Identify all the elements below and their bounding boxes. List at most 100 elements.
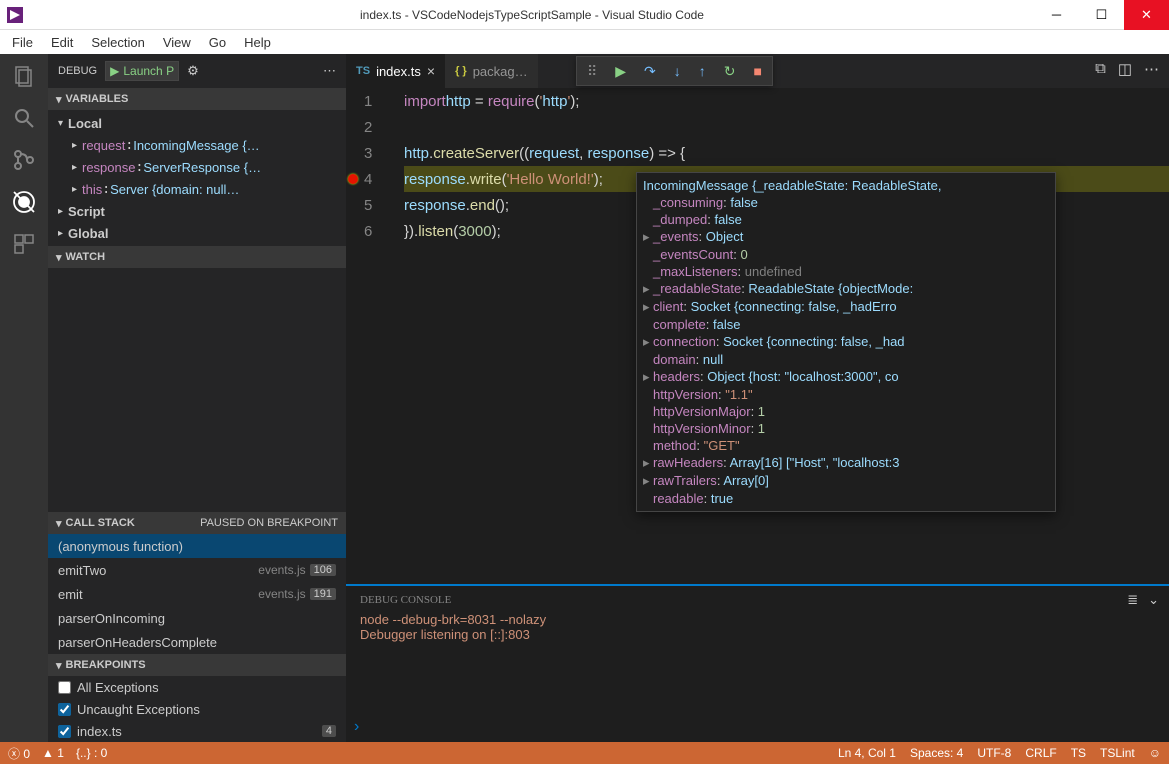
tab-package-json[interactable]: { } packag…: [445, 54, 538, 88]
hover-prop[interactable]: _maxListeners: undefined: [643, 263, 1049, 280]
breakpoint-row[interactable]: Uncaught Exceptions: [48, 698, 346, 720]
restart-button[interactable]: ↻: [724, 63, 736, 80]
debug-config-gear-icon[interactable]: ⚙: [187, 63, 199, 79]
callstack-header[interactable]: ▾ CALL STACK PAUSED ON BREAKPOINT: [48, 512, 346, 534]
debug-more-icon[interactable]: ⋯: [323, 63, 336, 79]
var-response[interactable]: ▸response: ServerResponse {…: [48, 156, 346, 178]
hover-prop[interactable]: complete: false: [643, 316, 1049, 333]
statusbar: ⓧ 0 ▲ 1 {..} : 0 Ln 4, Col 1 Spaces: 4 U…: [0, 742, 1169, 764]
close-button[interactable]: ✕: [1124, 0, 1169, 30]
more-icon[interactable]: ⋯: [1144, 60, 1159, 78]
var-this[interactable]: ▸this: Server {domain: null…: [48, 178, 346, 200]
stop-button[interactable]: ■: [754, 63, 762, 79]
window-title: index.ts - VSCodeNodejsTypeScriptSample …: [30, 8, 1034, 22]
braces-status[interactable]: {..} : 0: [76, 746, 107, 760]
callstack-frame[interactable]: parserOnIncoming: [48, 606, 346, 630]
menu-file[interactable]: File: [4, 33, 41, 52]
menu-go[interactable]: Go: [201, 33, 234, 52]
menubar: File Edit Selection View Go Help: [0, 30, 1169, 54]
explorer-icon[interactable]: [10, 62, 38, 90]
callstack-frame[interactable]: emitTwoevents.js106: [48, 558, 346, 582]
extensions-icon[interactable]: [10, 230, 38, 258]
scope-script[interactable]: ▸Script: [48, 200, 346, 222]
minimize-button[interactable]: ─: [1034, 0, 1079, 30]
scope-local[interactable]: ▾Local: [48, 112, 346, 134]
scope-global[interactable]: ▸Global: [48, 222, 346, 244]
menu-help[interactable]: Help: [236, 33, 279, 52]
code-line[interactable]: import http = require('http');: [404, 88, 1169, 114]
hover-prop[interactable]: ▸connection: Socket {connecting: false, …: [643, 333, 1049, 351]
debug-action-bar[interactable]: ⠿ ▶ ↷ ↓ ↑ ↻ ■: [576, 56, 773, 86]
eol-status[interactable]: CRLF: [1025, 746, 1056, 760]
start-debug-button[interactable]: ▶ Launch P: [105, 61, 179, 81]
warnings-badge[interactable]: ▲ 1: [42, 746, 64, 760]
hover-prop[interactable]: httpVersionMinor: 1: [643, 420, 1049, 437]
hover-prop[interactable]: ▸client: Socket {connecting: false, _had…: [643, 298, 1049, 316]
close-icon[interactable]: ×: [427, 63, 435, 79]
lint-status[interactable]: TSLint: [1100, 746, 1135, 760]
drag-handle-icon[interactable]: ⠿: [587, 63, 597, 80]
callstack-frame[interactable]: emitevents.js191: [48, 582, 346, 606]
errors-badge[interactable]: ⓧ 0: [8, 745, 30, 762]
var-request[interactable]: ▸request: IncomingMessage {…: [48, 134, 346, 156]
hover-prop[interactable]: ▸_events: Object: [643, 228, 1049, 246]
watch-header[interactable]: ▾ WATCH: [48, 246, 346, 268]
debug-console[interactable]: DEBUG CONSOLE node --debug-brk=8031 --no…: [346, 584, 1169, 742]
callstack-frame[interactable]: (anonymous function): [48, 534, 346, 558]
hover-prop[interactable]: ▸rawTrailers: Array[0]: [643, 472, 1049, 490]
hover-prop[interactable]: _dumped: false: [643, 211, 1049, 228]
split-editor-icon[interactable]: ◫: [1118, 60, 1132, 78]
step-out-button[interactable]: ↑: [699, 63, 706, 79]
menu-view[interactable]: View: [155, 33, 199, 52]
hover-prop[interactable]: _eventsCount: 0: [643, 246, 1049, 263]
breakpoint-checkbox[interactable]: [58, 681, 71, 694]
maximize-button[interactable]: ☐: [1079, 0, 1124, 30]
language-status[interactable]: TS: [1071, 746, 1086, 760]
breakpoint-checkbox[interactable]: [58, 725, 71, 738]
code-editor[interactable]: 123456 import http = require('http');htt…: [346, 88, 1169, 584]
breakpoint-checkbox[interactable]: [58, 703, 71, 716]
cursor-position[interactable]: Ln 4, Col 1: [838, 746, 896, 760]
collapse-console-icon[interactable]: ⌄: [1148, 592, 1159, 608]
hover-prop[interactable]: _consuming: false: [643, 194, 1049, 211]
hover-prop[interactable]: domain: null: [643, 351, 1049, 368]
menu-selection[interactable]: Selection: [83, 33, 152, 52]
hover-prop[interactable]: ▸rawHeaders: Array[16] ["Host", "localho…: [643, 454, 1049, 472]
breakpoint-dot-icon[interactable]: [348, 174, 358, 184]
console-line: Debugger listening on [::]:803: [360, 627, 1155, 642]
search-icon[interactable]: [10, 104, 38, 132]
encoding-status[interactable]: UTF-8: [977, 746, 1011, 760]
debug-icon[interactable]: [10, 188, 38, 216]
menu-edit[interactable]: Edit: [43, 33, 81, 52]
clear-console-icon[interactable]: ≣: [1127, 592, 1138, 608]
hover-prop[interactable]: ▸_readableState: ReadableState {objectMo…: [643, 280, 1049, 298]
hover-prop[interactable]: method: "GET": [643, 437, 1049, 454]
tab-index-ts[interactable]: TS index.ts ×: [346, 54, 445, 88]
debug-hover-tooltip[interactable]: IncomingMessage {_readableState: Readabl…: [636, 172, 1056, 512]
step-over-button[interactable]: ↷: [644, 63, 656, 80]
debug-label: DEBUG: [58, 65, 97, 77]
chevron-down-icon: ▾: [56, 93, 62, 106]
hover-prop[interactable]: httpVersion: "1.1": [643, 386, 1049, 403]
breakpoint-row[interactable]: index.ts4: [48, 720, 346, 742]
breakpoint-row[interactable]: All Exceptions: [48, 676, 346, 698]
console-prompt-icon[interactable]: ›: [354, 718, 359, 736]
hover-header: IncomingMessage {_readableState: Readabl…: [643, 177, 1049, 194]
compare-icon[interactable]: ⧉: [1095, 60, 1106, 78]
chevron-down-icon: ▾: [56, 659, 62, 672]
indent-status[interactable]: Spaces: 4: [910, 746, 963, 760]
debug-toolbar: DEBUG ▶ Launch P ⚙ ⋯: [48, 54, 346, 88]
scm-icon[interactable]: [10, 146, 38, 174]
variables-header[interactable]: ▾ VARIABLES: [48, 88, 346, 110]
chevron-down-icon: ▾: [56, 517, 62, 530]
hover-prop[interactable]: ▸headers: Object {host: "localhost:3000"…: [643, 368, 1049, 386]
code-line[interactable]: http.createServer((request, response) =>…: [404, 140, 1169, 166]
breakpoints-header[interactable]: ▾ BREAKPOINTS: [48, 654, 346, 676]
callstack-frame[interactable]: parserOnHeadersComplete: [48, 630, 346, 654]
hover-prop[interactable]: readable: true: [643, 490, 1049, 507]
hover-prop[interactable]: httpVersionMajor: 1: [643, 403, 1049, 420]
continue-button[interactable]: ▶: [615, 63, 626, 80]
step-into-button[interactable]: ↓: [674, 63, 681, 79]
code-line[interactable]: [404, 114, 1169, 140]
feedback-icon[interactable]: ☺: [1149, 746, 1161, 760]
